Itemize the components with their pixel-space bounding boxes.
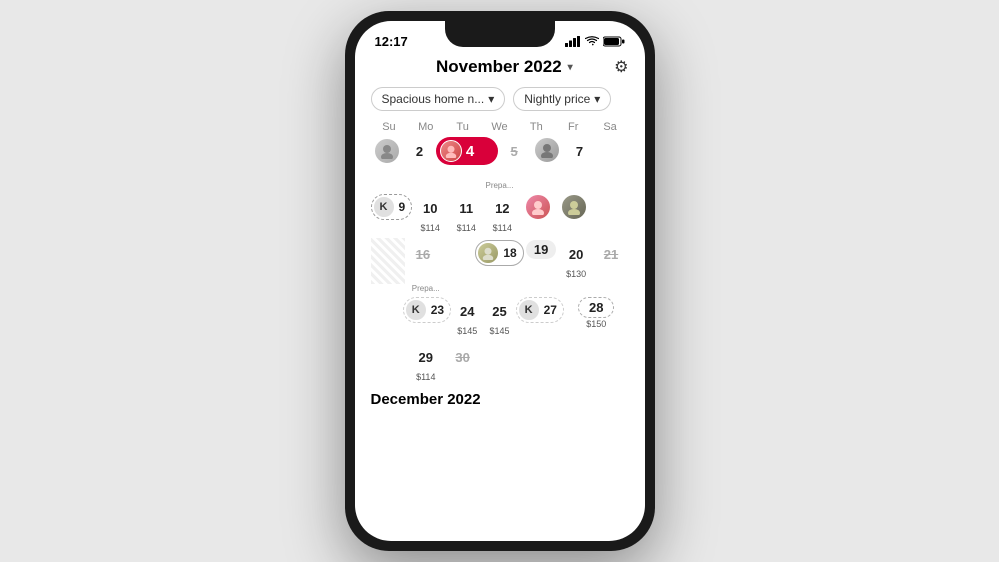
phone-screen: 12:17 — [355, 21, 645, 541]
cell-fr-20[interactable]: 20 $130 — [559, 238, 594, 284]
cell-tu-empty3 — [440, 238, 475, 284]
cell-tu-4[interactable]: 4 — [436, 135, 498, 181]
cell-fr-28[interactable]: 28 $150 — [564, 295, 629, 341]
week-1: 2 4 5 — [371, 135, 629, 181]
property-filter-label: Spacious home n... — [382, 92, 485, 106]
week-4: K 23 24 $145 25 $145 — [371, 295, 629, 341]
prepa-label-1: Prepa... — [481, 181, 518, 190]
price-filter-label: Nightly price — [524, 92, 590, 106]
week-5: 29 $114 30 — [371, 341, 629, 387]
cell-tu-30[interactable]: 30 — [444, 341, 481, 387]
header-row: November 2022 ▾ ⚙ — [371, 57, 629, 77]
cell-we-5[interactable]: 5 — [498, 135, 531, 181]
cell-fr-avatar2[interactable] — [556, 192, 592, 238]
cell-sa-empty2 — [592, 192, 628, 238]
cell-mo-2[interactable]: 2 — [403, 135, 436, 181]
notch — [445, 21, 555, 47]
day-header-we: We — [481, 121, 518, 133]
calendar-body: 2 4 5 — [371, 135, 629, 408]
cell-su-9[interactable]: K 9 — [371, 192, 413, 238]
prepa-label-2: Prepa... — [407, 284, 444, 293]
cell-sa-empty1 — [596, 135, 629, 181]
cell-tu-11[interactable]: 11 $114 — [448, 192, 484, 238]
week-2: K 9 10 $114 11 $114 — [371, 192, 629, 238]
cell-we-18[interactable]: 18 — [475, 238, 523, 284]
cell-su-empty4 — [371, 295, 403, 341]
property-filter[interactable]: Spacious home n... ▾ — [371, 87, 506, 111]
week3-sublabel: Prepa... — [371, 284, 629, 293]
cell-sa-21[interactable]: 21 — [594, 238, 629, 284]
status-time: 12:17 — [375, 34, 408, 49]
month-label: November 2022 — [436, 57, 562, 77]
cell-mo-16[interactable]: 16 — [405, 238, 440, 284]
status-icons — [565, 36, 625, 47]
day-header-tu: Tu — [444, 121, 481, 133]
day-header-sa: Sa — [592, 121, 629, 133]
december-heading: December 2022 — [371, 391, 629, 408]
gear-icon[interactable]: ⚙ — [614, 57, 628, 77]
cell-su-empty3 — [371, 238, 406, 284]
cell-mo-23[interactable]: K 23 — [403, 295, 451, 341]
chevron-down-icon: ▾ — [594, 92, 600, 106]
filter-row: Spacious home n... ▾ Nightly price ▾ — [371, 87, 629, 111]
day-header-su: Su — [371, 121, 408, 133]
week-3: 16 18 19 — [371, 238, 629, 284]
cell-th-27[interactable]: K 27 — [516, 295, 564, 341]
phone-frame: 12:17 — [345, 11, 655, 551]
cell-we-12[interactable]: 12 $114 — [484, 192, 520, 238]
cell-su-1[interactable] — [371, 135, 404, 181]
day-header-fr: Fr — [555, 121, 592, 133]
week1-sublabel: Prepa... — [371, 181, 629, 190]
day-header-mo: Mo — [407, 121, 444, 133]
chevron-down-icon: ▾ — [568, 62, 573, 73]
calendar-header: Su Mo Tu We Th Fr Sa — [371, 121, 629, 133]
cell-mo-10[interactable]: 10 $114 — [412, 192, 448, 238]
cell-su-empty5 — [371, 341, 408, 387]
screen-content: November 2022 ▾ ⚙ Spacious home n... ▾ N… — [355, 57, 645, 408]
day-header-th: Th — [518, 121, 555, 133]
cell-we-25[interactable]: 25 $145 — [483, 295, 515, 341]
chevron-down-icon: ▾ — [488, 92, 494, 106]
month-title: November 2022 ▾ — [436, 57, 573, 77]
cell-th-avatar[interactable] — [520, 192, 556, 238]
cell-th-19[interactable]: 19 — [524, 238, 559, 284]
cell-th-1[interactable] — [531, 135, 564, 181]
cell-tu-24[interactable]: 24 $145 — [451, 295, 483, 341]
battery-icon — [603, 36, 625, 47]
cell-mo-29[interactable]: 29 $114 — [407, 341, 444, 387]
cell-fr-7[interactable]: 7 — [563, 135, 596, 181]
wifi-icon — [585, 36, 599, 47]
signal-icon — [565, 36, 581, 47]
price-filter[interactable]: Nightly price ▾ — [513, 87, 611, 111]
